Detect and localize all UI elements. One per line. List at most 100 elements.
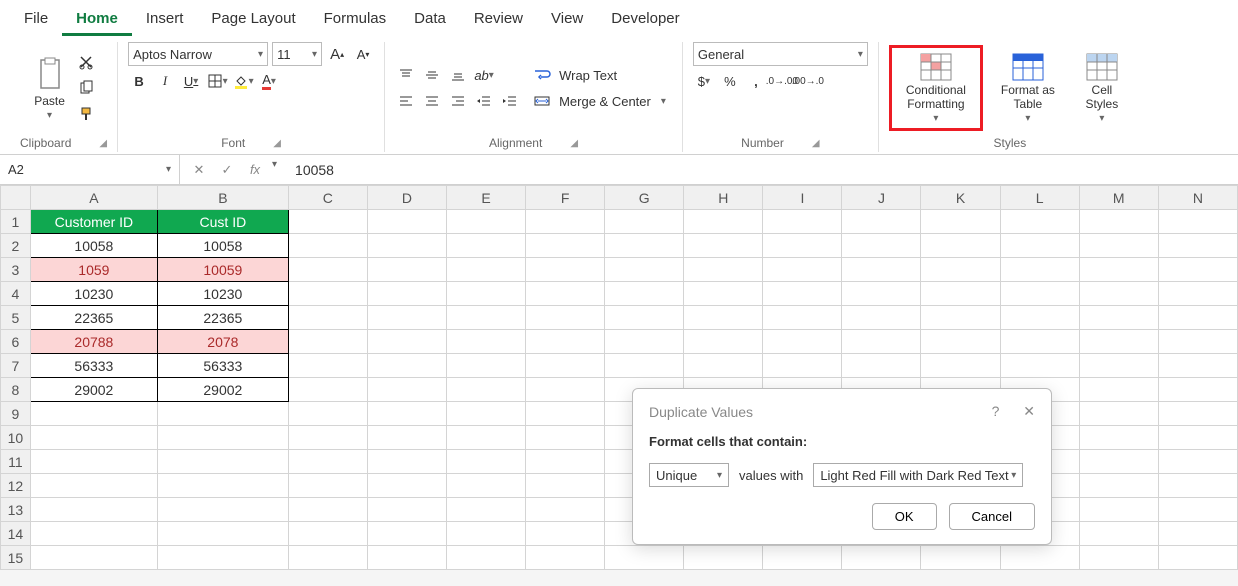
fill-color-button[interactable]: ▾ [232, 70, 254, 92]
duplicate-type-select[interactable]: Unique▾ [649, 463, 729, 487]
cell-A2[interactable]: 10058 [30, 234, 157, 258]
wrap-text-button[interactable]: Wrap Text [527, 64, 623, 86]
cell-D5[interactable] [367, 306, 446, 330]
cell-K3[interactable] [921, 258, 1000, 282]
dialog-launcher-icon[interactable]: ◢ [99, 138, 107, 149]
align-top-button[interactable] [395, 64, 417, 86]
row-header-4[interactable]: 4 [1, 282, 31, 306]
col-header-H[interactable]: H [684, 186, 763, 210]
cell-J2[interactable] [842, 234, 921, 258]
font-color-button[interactable]: A▾ [258, 70, 280, 92]
tab-insert[interactable]: Insert [132, 4, 198, 36]
cell-B6[interactable]: 2078 [157, 330, 288, 354]
cell-D2[interactable] [367, 234, 446, 258]
cell-L6[interactable] [1000, 330, 1079, 354]
cell-N12[interactable] [1158, 474, 1237, 498]
col-header-I[interactable]: I [763, 186, 842, 210]
cell-N2[interactable] [1158, 234, 1237, 258]
cell-C6[interactable] [288, 330, 367, 354]
cell-A14[interactable] [30, 522, 157, 546]
cell-B8[interactable]: 29002 [157, 378, 288, 402]
format-as-table-button[interactable]: Format as Table▾ [989, 48, 1067, 127]
cell-F11[interactable] [526, 450, 605, 474]
cell-M9[interactable] [1079, 402, 1158, 426]
comma-button[interactable]: , [745, 70, 767, 92]
tab-view[interactable]: View [537, 4, 597, 36]
col-header-N[interactable]: N [1158, 186, 1237, 210]
cell-styles-button[interactable]: Cell Styles▾ [1073, 48, 1131, 127]
cell-I15[interactable] [763, 546, 842, 570]
cell-L4[interactable] [1000, 282, 1079, 306]
enter-formula-button[interactable]: ✓ [216, 159, 238, 181]
cell-N5[interactable] [1158, 306, 1237, 330]
cell-G15[interactable] [605, 546, 684, 570]
cell-D3[interactable] [367, 258, 446, 282]
cell-A4[interactable]: 10230 [30, 282, 157, 306]
cell-D6[interactable] [367, 330, 446, 354]
cell-I6[interactable] [763, 330, 842, 354]
col-header-L[interactable]: L [1000, 186, 1079, 210]
merge-center-button[interactable]: Merge & Center ▾ [527, 90, 672, 112]
cell-A1[interactable]: Customer ID [30, 210, 157, 234]
col-header-D[interactable]: D [367, 186, 446, 210]
cell-N4[interactable] [1158, 282, 1237, 306]
cell-H7[interactable] [684, 354, 763, 378]
cell-I4[interactable] [763, 282, 842, 306]
orientation-button[interactable]: ab▾ [473, 64, 495, 86]
cell-C8[interactable] [288, 378, 367, 402]
underline-button[interactable]: U ▾ [180, 70, 202, 92]
cell-F12[interactable] [526, 474, 605, 498]
cell-E6[interactable] [446, 330, 525, 354]
row-header-13[interactable]: 13 [1, 498, 31, 522]
cell-B4[interactable]: 10230 [157, 282, 288, 306]
cell-M15[interactable] [1079, 546, 1158, 570]
col-header-F[interactable]: F [526, 186, 605, 210]
cell-F15[interactable] [526, 546, 605, 570]
decrease-indent-button[interactable] [473, 90, 495, 112]
cell-F14[interactable] [526, 522, 605, 546]
cell-J1[interactable] [842, 210, 921, 234]
col-header-G[interactable]: G [605, 186, 684, 210]
dialog-launcher-icon[interactable]: ◢ [570, 138, 578, 149]
cell-L3[interactable] [1000, 258, 1079, 282]
cell-I7[interactable] [763, 354, 842, 378]
cell-G6[interactable] [605, 330, 684, 354]
cell-D11[interactable] [367, 450, 446, 474]
cell-D9[interactable] [367, 402, 446, 426]
row-header-15[interactable]: 15 [1, 546, 31, 570]
align-bottom-button[interactable] [447, 64, 469, 86]
cell-A8[interactable]: 29002 [30, 378, 157, 402]
col-header-C[interactable]: C [288, 186, 367, 210]
cell-H4[interactable] [684, 282, 763, 306]
currency-button[interactable]: $ ▾ [693, 70, 715, 92]
cell-C12[interactable] [288, 474, 367, 498]
cell-D4[interactable] [367, 282, 446, 306]
cell-G1[interactable] [605, 210, 684, 234]
cell-E2[interactable] [446, 234, 525, 258]
cell-N1[interactable] [1158, 210, 1237, 234]
tab-review[interactable]: Review [460, 4, 537, 36]
cell-M5[interactable] [1079, 306, 1158, 330]
cell-D1[interactable] [367, 210, 446, 234]
cell-B1[interactable]: Cust ID [157, 210, 288, 234]
cell-C15[interactable] [288, 546, 367, 570]
cell-G7[interactable] [605, 354, 684, 378]
cell-K2[interactable] [921, 234, 1000, 258]
cell-L7[interactable] [1000, 354, 1079, 378]
cell-L2[interactable] [1000, 234, 1079, 258]
borders-button[interactable]: ▾ [206, 70, 228, 92]
cell-B9[interactable] [157, 402, 288, 426]
cell-K6[interactable] [921, 330, 1000, 354]
increase-indent-button[interactable] [499, 90, 521, 112]
cell-J6[interactable] [842, 330, 921, 354]
cell-E15[interactable] [446, 546, 525, 570]
cell-D13[interactable] [367, 498, 446, 522]
name-box[interactable]: A2 ▾ [0, 155, 180, 184]
cell-H2[interactable] [684, 234, 763, 258]
cell-K15[interactable] [921, 546, 1000, 570]
cell-H6[interactable] [684, 330, 763, 354]
dialog-ok-button[interactable]: OK [872, 503, 937, 530]
cell-A7[interactable]: 56333 [30, 354, 157, 378]
col-header-E[interactable]: E [446, 186, 525, 210]
row-header-3[interactable]: 3 [1, 258, 31, 282]
